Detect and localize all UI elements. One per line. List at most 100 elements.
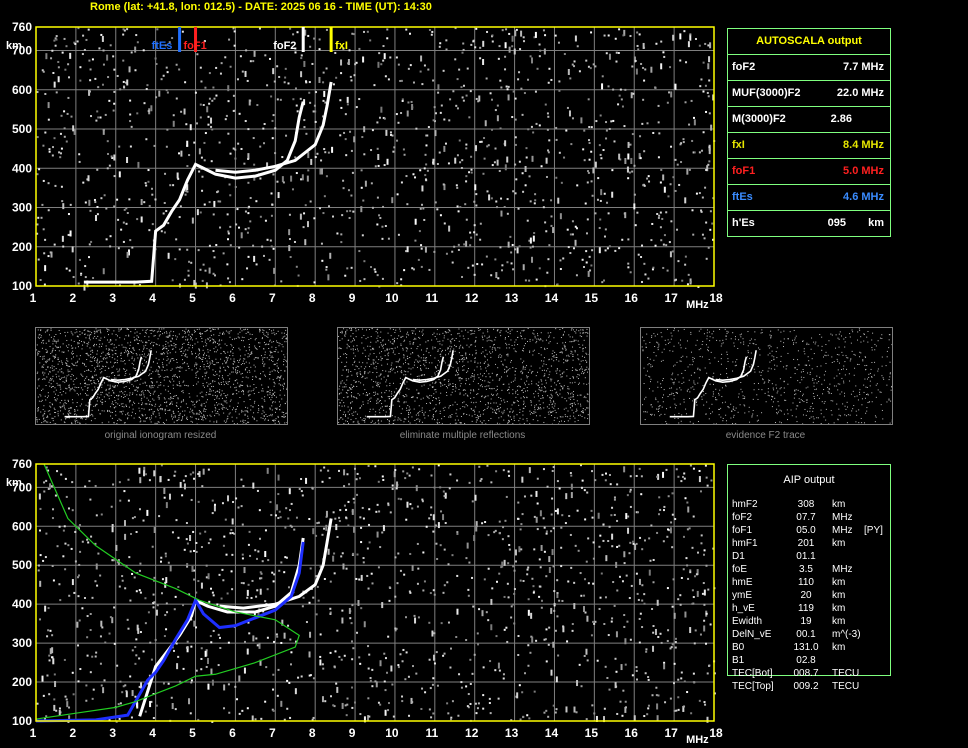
noise-dot	[205, 339, 207, 341]
noise-dot	[456, 78, 459, 81]
noise-dot	[490, 98, 493, 101]
noise-dot	[150, 415, 152, 417]
noise-dot	[485, 255, 488, 258]
noise-dot	[490, 398, 492, 400]
noise-dot	[129, 382, 131, 384]
noise-dot	[571, 233, 574, 236]
noise-dot	[190, 261, 193, 264]
noise-dot	[114, 400, 116, 402]
noise-dot	[242, 419, 244, 421]
noise-dot	[643, 79, 646, 82]
noise-dot	[371, 206, 374, 209]
noise-dot	[38, 334, 40, 336]
noise-dot	[283, 354, 285, 356]
noise-dot	[448, 385, 450, 387]
noise-dot	[340, 59, 343, 66]
noise-dot	[416, 389, 418, 391]
noise-dot	[465, 356, 467, 358]
noise-dot	[385, 381, 387, 383]
noise-dot	[164, 172, 167, 175]
noise-dot	[106, 361, 108, 363]
noise-dot	[420, 365, 422, 367]
noise-dot	[183, 400, 185, 402]
noise-dot	[64, 399, 66, 401]
noise-dot	[467, 405, 469, 407]
noise-dot	[175, 404, 177, 406]
noise-dot	[230, 358, 232, 360]
noise-dot	[145, 184, 148, 187]
noise-dot	[370, 149, 373, 152]
noise-dot	[709, 42, 712, 49]
noise-dot	[542, 402, 544, 404]
noise-dot	[77, 335, 79, 337]
noise-dot	[400, 343, 402, 345]
noise-dot	[185, 336, 187, 338]
noise-dot	[532, 131, 535, 134]
noise-dot	[271, 119, 274, 122]
noise-dot	[679, 59, 682, 62]
noise-dot	[444, 142, 447, 145]
noise-dot	[268, 329, 270, 331]
noise-dot	[470, 43, 473, 46]
noise-dot	[356, 366, 358, 368]
noise-dot	[192, 384, 194, 386]
noise-dot	[55, 340, 57, 342]
noise-dot	[140, 216, 143, 223]
noise-dot	[262, 127, 265, 130]
noise-dot	[125, 372, 127, 374]
noise-dot	[44, 265, 47, 272]
noise-dot	[508, 392, 510, 394]
noise-dot	[70, 115, 73, 118]
noise-dot	[261, 337, 263, 339]
noise-dot	[82, 34, 85, 37]
noise-dot	[375, 361, 377, 363]
noise-dot	[522, 391, 524, 393]
noise-dot	[489, 376, 491, 378]
noise-dot	[474, 46, 477, 49]
noise-dot	[221, 375, 223, 377]
noise-dot	[603, 235, 606, 238]
noise-dot	[391, 391, 393, 393]
noise-dot	[462, 402, 464, 404]
noise-dot	[249, 333, 251, 335]
noise-dot	[487, 363, 489, 365]
noise-dot	[371, 129, 374, 132]
noise-dot	[136, 331, 138, 333]
noise-dot	[129, 392, 131, 394]
noise-dot	[582, 373, 584, 375]
noise-dot	[406, 355, 408, 357]
noise-dot	[592, 63, 595, 66]
noise-dot	[571, 63, 574, 66]
top-ionogram-plot: 760700600500400300200100km1 2 3 4 5 6 7 8 9 10 11 1…	[6, 20, 723, 311]
noise-dot	[286, 334, 287, 336]
noise-dot	[416, 375, 418, 377]
noise-dot	[77, 421, 79, 423]
noise-dot	[61, 362, 63, 364]
noise-dot	[351, 413, 353, 415]
noise-dot	[482, 375, 484, 377]
noise-dot	[264, 219, 267, 222]
noise-dot	[202, 376, 204, 378]
noise-dot	[262, 410, 264, 412]
noise-dot	[393, 339, 395, 341]
noise-dot	[159, 367, 161, 369]
noise-dot	[372, 361, 374, 363]
noise-dot	[164, 410, 166, 412]
noise-dot	[380, 331, 382, 333]
noise-dot	[220, 395, 222, 397]
noise-dot	[243, 363, 245, 365]
noise-dot	[57, 359, 59, 361]
noise-dot	[204, 378, 206, 380]
noise-dot	[108, 348, 110, 350]
noise-dot	[65, 335, 67, 337]
noise-dot	[539, 406, 541, 408]
noise-dot	[185, 403, 187, 405]
noise-dot	[506, 401, 508, 403]
noise-dot	[395, 361, 397, 363]
noise-dot	[369, 39, 372, 42]
noise-dot	[563, 358, 565, 360]
noise-dot	[505, 28, 508, 31]
noise-dot	[439, 214, 442, 217]
noise-dot	[175, 335, 177, 337]
noise-dot	[231, 338, 233, 340]
